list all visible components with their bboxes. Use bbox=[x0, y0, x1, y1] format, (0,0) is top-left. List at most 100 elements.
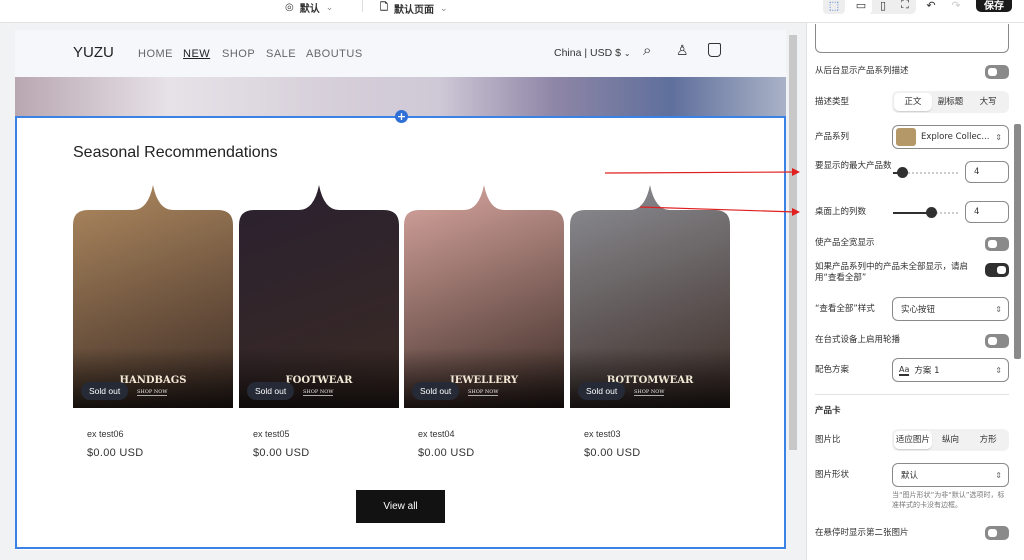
product-image[interactable]: FOOTWEAR SHOP NOW Sold out bbox=[239, 185, 399, 408]
cursor-select-icon: ⬚ bbox=[828, 0, 840, 12]
view-all-style-label: “查看全部”样式 bbox=[815, 304, 875, 314]
show-desc-toggle[interactable] bbox=[985, 65, 1009, 79]
image-ratio-square[interactable]: 方形 bbox=[969, 431, 1007, 449]
chevron-down-icon: ⌄ bbox=[623, 49, 631, 58]
divider bbox=[815, 394, 1009, 395]
preview-scrollbar[interactable] bbox=[789, 35, 797, 450]
image-shape-select[interactable]: 默认 ⇕ bbox=[892, 463, 1009, 487]
shop-now-link: SHOP NOW bbox=[468, 389, 499, 395]
nav-sale[interactable]: SALE bbox=[266, 48, 296, 60]
fullscreen-button[interactable]: ⛶ bbox=[894, 0, 916, 14]
page-selector[interactable]: 🗋 默认页面 ⌄ bbox=[380, 0, 448, 17]
desc-type-subtitle[interactable]: 副标题 bbox=[932, 93, 970, 111]
sold-out-badge: Sold out bbox=[578, 382, 625, 400]
arrow-line bbox=[639, 206, 797, 213]
device-toggle: ▭ ▯ ⛶ bbox=[850, 0, 916, 14]
color-scheme-label: 配色方案 bbox=[815, 365, 850, 375]
arrow-head bbox=[792, 168, 800, 176]
image-ratio-adapt[interactable]: 适应图片 bbox=[894, 431, 932, 449]
view-all-style-select[interactable]: 实心按钮 ⇕ bbox=[892, 297, 1009, 321]
sold-out-badge: Sold out bbox=[412, 382, 459, 400]
theme-selector[interactable]: ◎ 默认 ⌄ bbox=[285, 0, 333, 15]
panel-scrollbar[interactable] bbox=[1014, 124, 1021, 359]
product-card[interactable]: JEWELLERY SHOP NOW Sold out ex test04 $0… bbox=[404, 185, 564, 459]
product-card[interactable]: FOOTWEAR SHOP NOW Sold out ex test05 $0.… bbox=[239, 185, 399, 459]
desc-type-segmented: 正文 副标题 大写 bbox=[892, 91, 1009, 113]
product-name[interactable]: ex test06 bbox=[87, 429, 124, 439]
second-image-toggle[interactable] bbox=[985, 526, 1009, 540]
columns-label: 桌面上的列数 bbox=[815, 207, 867, 217]
select-chevron-icon: ⇕ bbox=[995, 132, 1002, 142]
redo-button[interactable]: ↷ bbox=[945, 0, 967, 14]
inspector-button[interactable]: ⬚ bbox=[823, 0, 845, 14]
store-logo[interactable]: YUZU bbox=[73, 44, 114, 61]
view-all-button[interactable]: View all bbox=[356, 490, 445, 523]
full-width-label: 使产品全宽显示 bbox=[815, 238, 875, 248]
divider bbox=[362, 0, 363, 12]
image-ratio-portrait[interactable]: 纵向 bbox=[932, 431, 970, 449]
columns-slider-handle[interactable] bbox=[926, 207, 937, 218]
carousel-label: 在台式设备上启用轮播 bbox=[815, 335, 901, 345]
product-card[interactable]: HANDBAGS SHOP NOW Sold out ex test06 $0.… bbox=[73, 185, 233, 459]
chevron-down-icon: ⌄ bbox=[440, 3, 448, 14]
fullscreen-icon: ⛶ bbox=[901, 0, 909, 11]
globe-icon: ◎ bbox=[285, 2, 294, 13]
cart-icon[interactable] bbox=[708, 43, 721, 57]
collection-label: 产品系列 bbox=[815, 132, 850, 142]
search-icon[interactable]: ⌕ bbox=[643, 42, 651, 59]
view-all-toggle-label: 如果产品系列中的产品未全部显示，请启用“查看全部” bbox=[815, 262, 969, 283]
image-shape-hint: 当“图片形状”为非“默认”选项时，标准样式的卡没有边框。 bbox=[892, 491, 1005, 509]
max-products-label: 要显示的最大产品数 bbox=[815, 161, 892, 171]
product-card-heading: 产品卡 bbox=[815, 406, 841, 416]
product-image[interactable]: HANDBAGS SHOP NOW Sold out bbox=[73, 185, 233, 408]
description-textarea[interactable] bbox=[815, 24, 1009, 53]
nav-aboutus[interactable]: ABOUTUS bbox=[306, 48, 363, 60]
full-width-toggle[interactable] bbox=[985, 237, 1009, 251]
arrow-line bbox=[604, 171, 797, 174]
locale-selector[interactable]: China | USD $ ⌄ bbox=[554, 47, 631, 59]
add-section-icon[interactable]: + bbox=[395, 110, 408, 123]
nav-shop[interactable]: SHOP bbox=[222, 48, 255, 60]
collection-select[interactable]: Explore Collec... ⇕ bbox=[892, 125, 1009, 149]
select-chevron-icon: ⇕ bbox=[995, 365, 1002, 375]
sold-out-badge: Sold out bbox=[81, 382, 128, 400]
desc-type-uppercase[interactable]: 大写 bbox=[969, 93, 1007, 111]
desktop-view-button[interactable]: ▭ bbox=[850, 0, 872, 14]
image-shape-label: 图片形状 bbox=[815, 470, 850, 480]
desc-type-label: 描述类型 bbox=[815, 97, 850, 107]
sold-out-badge: Sold out bbox=[247, 382, 294, 400]
settings-panel: 从后台显示产品系列描述 描述类型 正文 副标题 大写 产品系列 Explore Co… bbox=[806, 23, 1024, 560]
shop-now-link: SHOP NOW bbox=[634, 389, 665, 395]
max-products-slider-handle[interactable] bbox=[897, 167, 908, 178]
color-scheme-swatch-icon: Aa bbox=[899, 364, 910, 376]
desktop-icon: ▭ bbox=[855, 0, 867, 12]
shop-now-link: SHOP NOW bbox=[303, 389, 334, 395]
select-chevron-icon: ⇕ bbox=[995, 470, 1002, 480]
store-header: YUZU HOME NEW SHOP SALE ABOUTUS China | … bbox=[15, 30, 786, 77]
nav-home[interactable]: HOME bbox=[138, 48, 173, 60]
desc-type-body[interactable]: 正文 bbox=[894, 93, 932, 111]
image-ratio-label: 图片比 bbox=[815, 435, 841, 445]
nav-new[interactable]: NEW bbox=[183, 48, 210, 60]
view-all-toggle[interactable] bbox=[985, 263, 1009, 277]
product-price: $0.00 USD bbox=[253, 447, 310, 459]
account-icon[interactable]: ♙ bbox=[676, 42, 689, 59]
product-name[interactable]: ex test05 bbox=[253, 429, 290, 439]
color-scheme-select[interactable]: Aa 方案 1 ⇕ bbox=[892, 358, 1009, 382]
product-price: $0.00 USD bbox=[584, 447, 641, 459]
annotation-arrows bbox=[604, 168, 800, 216]
mobile-view-button[interactable]: ▯ bbox=[872, 0, 894, 14]
save-button[interactable]: 保存 bbox=[976, 0, 1012, 12]
product-image[interactable]: JEWELLERY SHOP NOW Sold out bbox=[404, 185, 564, 408]
product-name[interactable]: ex test03 bbox=[584, 429, 621, 439]
product-name[interactable]: ex test04 bbox=[418, 429, 455, 439]
section-title: Seasonal Recommendations bbox=[73, 144, 278, 161]
chevron-down-icon: ⌄ bbox=[325, 2, 334, 13]
collection-thumbnail bbox=[896, 128, 916, 146]
columns-input[interactable]: 4 bbox=[965, 201, 1009, 223]
select-chevron-icon: ⇕ bbox=[995, 304, 1002, 314]
carousel-toggle[interactable] bbox=[985, 334, 1009, 348]
max-products-input[interactable]: 4 bbox=[965, 161, 1009, 183]
undo-button[interactable]: ↶ bbox=[920, 0, 942, 14]
editor-topbar: ◎ 默认 ⌄ 🗋 默认页面 ⌄ ⬚ ▭ ▯ ⛶ ↶ ↷ 保存 bbox=[0, 0, 1024, 23]
